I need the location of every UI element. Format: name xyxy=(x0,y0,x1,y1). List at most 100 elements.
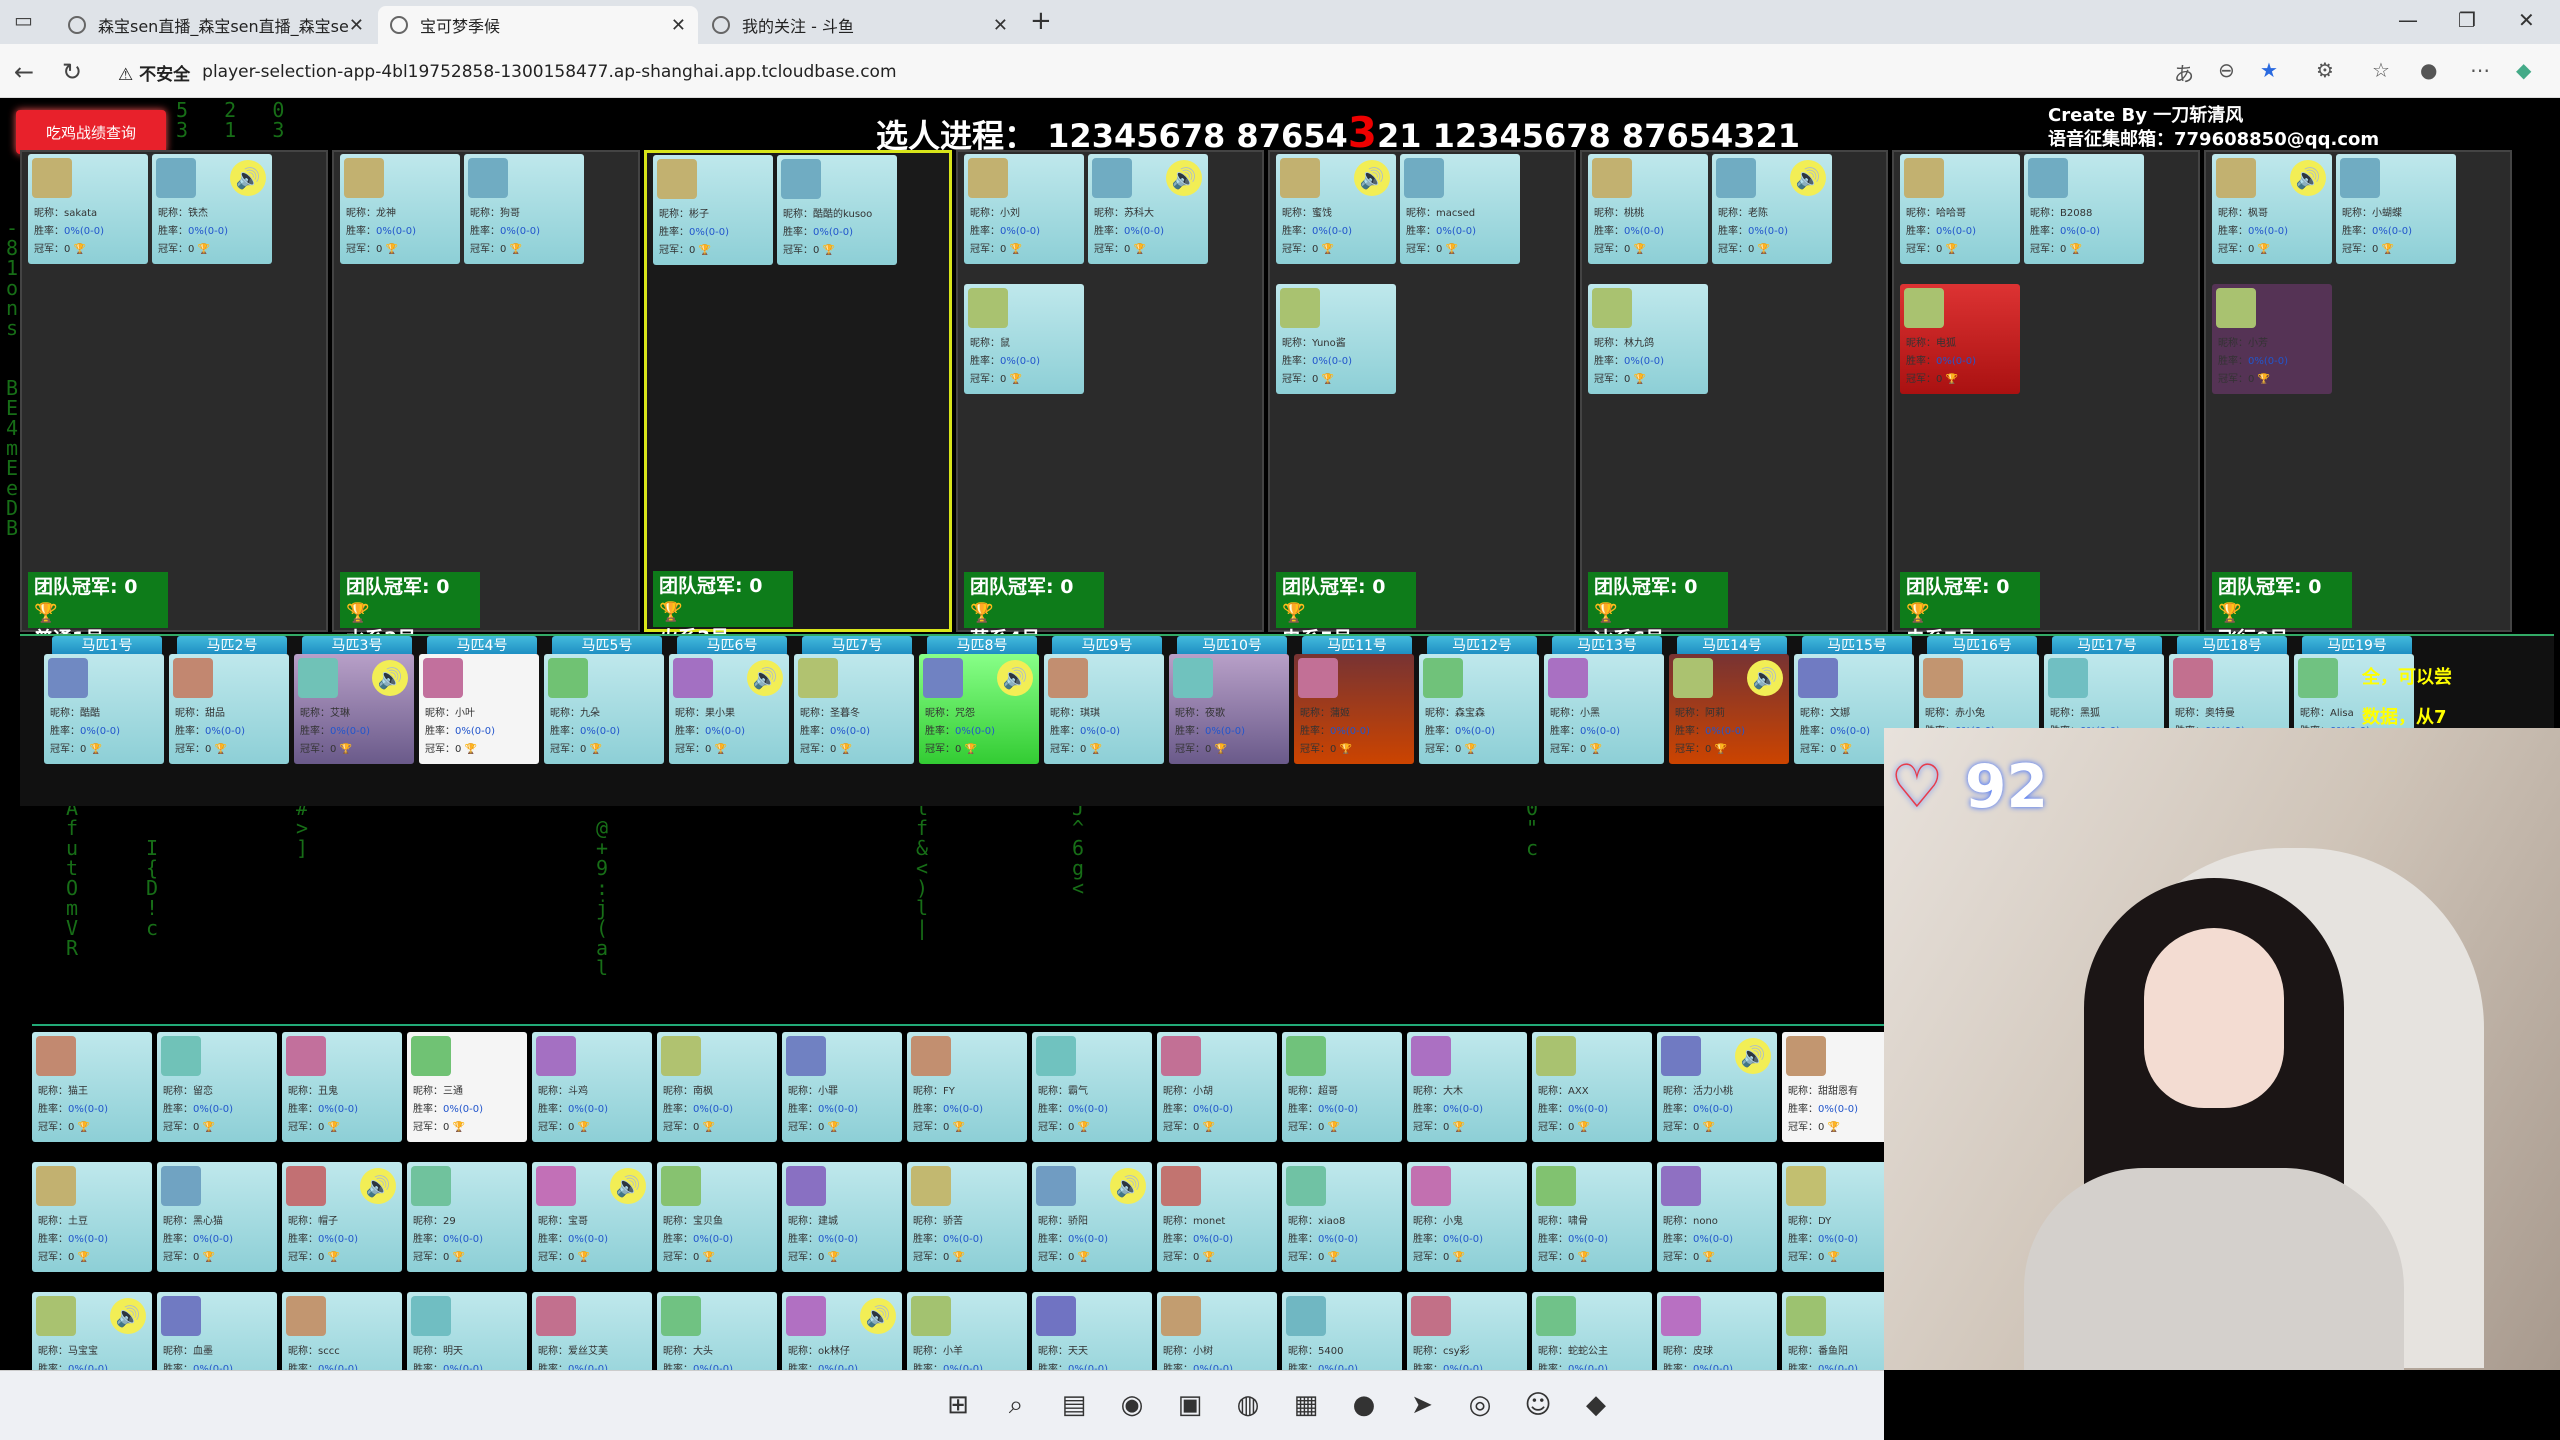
player-card[interactable]: 昵称：明天胜率：0%(0-0)冠军：0 🏆 xyxy=(407,1292,527,1370)
player-card[interactable]: 昵称：啸骨 胜率：0%(0-0) 冠军：0 🏆 xyxy=(1532,1162,1652,1272)
player-card[interactable]: 昵称：猫王 胜率：0%(0-0) 冠军：0 🏆 xyxy=(32,1032,152,1142)
player-card[interactable]: 🔊 昵称：帽子 胜率：0%(0-0) 冠军：0 🏆 xyxy=(282,1162,402,1272)
chat-icon[interactable]: ▦ xyxy=(1288,1387,1324,1423)
netease-icon[interactable]: ◎ xyxy=(1462,1387,1498,1423)
sidebar-toggle-icon[interactable]: ▭ xyxy=(14,8,33,32)
tab-close-icon[interactable]: ✕ xyxy=(349,15,364,36)
player-card[interactable]: 昵称：小叶 胜率：0%(0-0) 冠军：0 🏆 xyxy=(419,654,539,764)
player-card[interactable]: 🔊 昵称：艾琳 胜率：0%(0-0) 冠军：0 🏆 xyxy=(294,654,414,764)
copilot-icon[interactable]: ◆ xyxy=(2516,58,2531,82)
speaker-icon[interactable]: 🔊 xyxy=(372,660,408,696)
player-card[interactable]: 昵称：土豆 胜率：0%(0-0) 冠军：0 🏆 xyxy=(32,1162,152,1272)
media-icon[interactable]: ➤ xyxy=(1404,1387,1440,1423)
player-card[interactable]: 昵称：小羊胜率：0%(0-0)冠军：0 🏆 xyxy=(907,1292,1027,1370)
team-panel-3[interactable]: 昵称：彬子 胜率：0%(0-0) 冠军：0 🏆 昵称：酷酷的kusoo 胜率：0%(0-… xyxy=(644,150,952,649)
player-card[interactable]: 昵称：鼠 胜率：0%(0-0) 冠军：0 🏆 xyxy=(964,284,1084,394)
player-card[interactable]: 昵称：酷酷 胜率：0%(0-0) 冠军：0 🏆 xyxy=(44,654,164,764)
speaker-icon[interactable]: 🔊 xyxy=(360,1168,396,1204)
profile-icon[interactable]: ● xyxy=(2420,58,2437,82)
speaker-icon[interactable]: 🔊 xyxy=(1735,1038,1771,1074)
player-card[interactable]: 昵称：monet 胜率：0%(0-0) 冠军：0 🏆 xyxy=(1157,1162,1277,1272)
close-window-icon[interactable]: ✕ xyxy=(2518,8,2535,32)
speaker-icon[interactable]: 🔊 xyxy=(1790,160,1826,196)
search-icon[interactable]: ⌕ xyxy=(998,1387,1034,1423)
speaker-icon[interactable]: 🔊 xyxy=(610,1168,646,1204)
player-card[interactable]: 昵称：csy彩胜率：0%(0-0)冠军：0 🏆 xyxy=(1407,1292,1527,1370)
player-card[interactable]: 昵称：九朵 胜率：0%(0-0) 冠军：0 🏆 xyxy=(544,654,664,764)
team-panel-6[interactable]: 昵称：桃桃 胜率：0%(0-0) 冠军：0 🏆 🔊 昵称：老陈 胜率：0%(0-0) 冠军：… xyxy=(1580,150,1888,650)
speaker-icon[interactable]: 🔊 xyxy=(747,660,783,696)
speaker-icon[interactable]: 🔊 xyxy=(1110,1168,1146,1204)
player-card[interactable]: 昵称：nono 胜率：0%(0-0) 冠军：0 🏆 xyxy=(1657,1162,1777,1272)
player-card[interactable]: 昵称：电狐 胜率：0%(0-0) 冠军：0 🏆 xyxy=(1900,284,2020,394)
favorites-icon[interactable]: ☆ xyxy=(2372,58,2390,82)
player-card[interactable]: 昵称：小胡 胜率：0%(0-0) 冠军：0 🏆 xyxy=(1157,1032,1277,1142)
team-panel-2[interactable]: 昵称：龙神 胜率：0%(0-0) 冠军：0 🏆 昵称：狗哥 胜率：0%(0-0) 冠军：0… xyxy=(332,150,640,650)
player-card[interactable]: 昵称：圣暮冬 胜率：0%(0-0) 冠军：0 🏆 xyxy=(794,654,914,764)
player-card[interactable]: 🔊 昵称：苏科大 胜率：0%(0-0) 冠军：0 🏆 xyxy=(1088,154,1208,264)
player-card[interactable]: 昵称：夜歌 胜率：0%(0-0) 冠军：0 🏆 xyxy=(1169,654,1289,764)
more-icon[interactable]: ⋯ xyxy=(2470,58,2490,82)
zoom-icon[interactable]: ⊖ xyxy=(2218,58,2235,82)
player-card[interactable]: 昵称：sakata 胜率：0%(0-0) 冠军：0 🏆 xyxy=(28,154,148,264)
player-card[interactable]: 昵称：宝贝鱼 胜率：0%(0-0) 冠军：0 🏆 xyxy=(657,1162,777,1272)
player-card[interactable]: 🔊 昵称：宝哥 胜率：0%(0-0) 冠军：0 🏆 xyxy=(532,1162,652,1272)
player-card[interactable]: 昵称：蛇蛇公主胜率：0%(0-0)冠军：0 🏆 xyxy=(1532,1292,1652,1370)
player-card[interactable]: 昵称：琪琪 胜率：0%(0-0) 冠军：0 🏆 xyxy=(1044,654,1164,764)
player-card[interactable]: 昵称：小蝴蝶 胜率：0%(0-0) 冠军：0 🏆 xyxy=(2336,154,2456,264)
player-card[interactable]: 🔊 昵称：阿莉 胜率：0%(0-0) 冠军：0 🏆 xyxy=(1669,654,1789,764)
player-card[interactable]: 🔊 昵称：老陈 胜率：0%(0-0) 冠军：0 🏆 xyxy=(1712,154,1832,264)
player-card[interactable]: 昵称：甜品 胜率：0%(0-0) 冠军：0 🏆 xyxy=(169,654,289,764)
player-card[interactable]: 昵称：血墨胜率：0%(0-0)冠军：0 🏆 xyxy=(157,1292,277,1370)
player-card[interactable]: 昵称：大头胜率：0%(0-0)冠军：0 🏆 xyxy=(657,1292,777,1370)
player-card[interactable]: 昵称：三通 胜率：0%(0-0) 冠军：0 🏆 xyxy=(407,1032,527,1142)
player-card[interactable]: 🔊 昵称：活力小桃 胜率：0%(0-0) 冠军：0 🏆 xyxy=(1657,1032,1777,1142)
files-icon[interactable]: ▤ xyxy=(1056,1387,1092,1423)
player-card[interactable]: 昵称：龙神 胜率：0%(0-0) 冠军：0 🏆 xyxy=(340,154,460,264)
player-card[interactable]: 昵称：29 胜率：0%(0-0) 冠军：0 🏆 xyxy=(407,1162,527,1272)
player-card[interactable]: 昵称：皮球胜率：0%(0-0)冠军：0 🏆 xyxy=(1657,1292,1777,1370)
player-card[interactable]: 昵称：黑心猫 胜率：0%(0-0) 冠军：0 🏆 xyxy=(157,1162,277,1272)
player-card[interactable]: 昵称：FY 胜率：0%(0-0) 冠军：0 🏆 xyxy=(907,1032,1027,1142)
player-card[interactable]: 🔊 昵称：咒怨 胜率：0%(0-0) 冠军：0 🏆 xyxy=(919,654,1039,764)
player-card[interactable]: 昵称：蒲姬 胜率：0%(0-0) 冠军：0 🏆 xyxy=(1294,654,1414,764)
player-card[interactable]: 昵称：小罪 胜率：0%(0-0) 冠军：0 🏆 xyxy=(782,1032,902,1142)
player-card[interactable]: 昵称：小黑 胜率：0%(0-0) 冠军：0 🏆 xyxy=(1544,654,1664,764)
player-card[interactable]: 昵称：AXX 胜率：0%(0-0) 冠军：0 🏆 xyxy=(1532,1032,1652,1142)
translate-icon[interactable]: あ xyxy=(2174,58,2194,87)
player-card[interactable]: 昵称：超哥 胜率：0%(0-0) 冠军：0 🏆 xyxy=(1282,1032,1402,1142)
new-tab-icon[interactable]: + xyxy=(1030,6,1052,36)
refresh-icon[interactable]: ↻ xyxy=(62,58,82,86)
start-icon[interactable]: ⊞ xyxy=(940,1387,976,1423)
url-field[interactable]: ⚠ 不安全 player-selection-app-4bl19752858-1… xyxy=(118,56,897,88)
player-card[interactable]: 昵称：xiao8 胜率：0%(0-0) 冠军：0 🏆 xyxy=(1282,1162,1402,1272)
player-card[interactable]: 昵称：建城 胜率：0%(0-0) 冠军：0 🏆 xyxy=(782,1162,902,1272)
player-card[interactable]: 昵称：sccc胜率：0%(0-0)冠军：0 🏆 xyxy=(282,1292,402,1370)
edge-icon[interactable]: ◍ xyxy=(1230,1387,1266,1423)
team-panel-1[interactable]: 昵称：sakata 胜率：0%(0-0) 冠军：0 🏆 🔊 昵称：铁杰 胜率：0%(0-0… xyxy=(20,150,328,650)
player-card[interactable]: 昵称：小芳 胜率：0%(0-0) 冠军：0 🏆 xyxy=(2212,284,2332,394)
player-card[interactable]: 🔊 昵称：枫哥 胜率：0%(0-0) 冠军：0 🏆 xyxy=(2212,154,2332,264)
player-card[interactable]: 昵称：爱丝艾芙胜率：0%(0-0)冠军：0 🏆 xyxy=(532,1292,652,1370)
speaker-icon[interactable]: 🔊 xyxy=(230,160,266,196)
player-card[interactable]: 昵称：彬子 胜率：0%(0-0) 冠军：0 🏆 xyxy=(653,155,773,265)
team-panel-8[interactable]: 🔊 昵称：枫哥 胜率：0%(0-0) 冠军：0 🏆 昵称：小蝴蝶 胜率：0%(0-0) 冠军… xyxy=(2204,150,2512,650)
tab-pokemon[interactable]: 宝可梦季候 ✕ xyxy=(378,6,698,44)
player-card[interactable]: 昵称：斗鸡 胜率：0%(0-0) 冠军：0 🏆 xyxy=(532,1032,652,1142)
tab-sen-stream[interactable]: 森宝sen直播_森宝sen直播_森宝sen ✕ xyxy=(56,6,376,44)
player-card[interactable]: 昵称：霸气 胜率：0%(0-0) 冠军：0 🏆 xyxy=(1032,1032,1152,1142)
player-card[interactable]: 昵称：南枫 胜率：0%(0-0) 冠军：0 🏆 xyxy=(657,1032,777,1142)
favorite-star-icon[interactable]: ★ xyxy=(2260,58,2278,82)
minimize-icon[interactable]: — xyxy=(2398,8,2418,32)
player-card[interactable]: 昵称：大木 胜率：0%(0-0) 冠军：0 🏆 xyxy=(1407,1032,1527,1142)
player-card[interactable]: 昵称：小树胜率：0%(0-0)冠军：0 🏆 xyxy=(1157,1292,1277,1370)
player-card[interactable]: 昵称：macsed 胜率：0%(0-0) 冠军：0 🏆 xyxy=(1400,154,1520,264)
fun-icon[interactable]: ☺ xyxy=(1520,1387,1556,1423)
player-card[interactable]: 🔊 昵称：骄阳 胜率：0%(0-0) 冠军：0 🏆 xyxy=(1032,1162,1152,1272)
player-card[interactable]: 昵称：5400胜率：0%(0-0)冠军：0 🏆 xyxy=(1282,1292,1402,1370)
back-icon[interactable]: ← xyxy=(14,58,34,86)
player-card[interactable]: 昵称：桃桃 胜率：0%(0-0) 冠军：0 🏆 xyxy=(1588,154,1708,264)
player-card[interactable]: 昵称：哈哈哥 胜率：0%(0-0) 冠军：0 🏆 xyxy=(1900,154,2020,264)
player-card[interactable]: 昵称：林九鸽 胜率：0%(0-0) 冠军：0 🏆 xyxy=(1588,284,1708,394)
speaker-icon[interactable]: 🔊 xyxy=(110,1298,146,1334)
